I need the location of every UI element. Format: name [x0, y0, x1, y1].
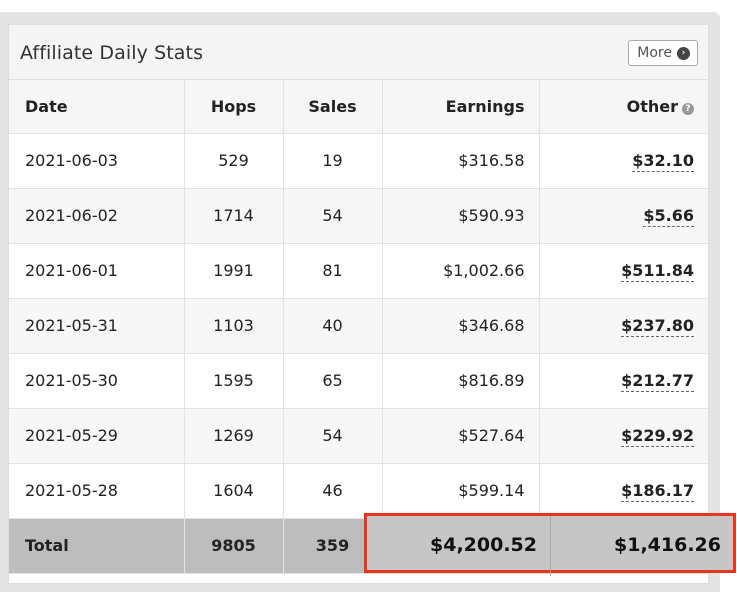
cell-other: $237.80 — [539, 298, 708, 354]
more-button[interactable]: More › — [628, 40, 698, 66]
stats-table: Date Hops Sales Earnings Other? 2021-06-… — [9, 80, 708, 574]
cell-earnings: $590.93 — [382, 188, 540, 244]
table-row: 2021-06-01 1991 81 $1,002.66 $511.84 — [9, 243, 708, 299]
cell-sales: 46 — [283, 463, 383, 519]
cell-date: 2021-05-30 — [9, 353, 185, 409]
panel-title: Affiliate Daily Stats — [20, 42, 204, 64]
header-earnings: Earnings — [382, 80, 540, 134]
cell-other: $511.84 — [539, 243, 708, 299]
other-link[interactable]: $511.84 — [621, 261, 694, 282]
cell-sales: 19 — [283, 133, 383, 189]
cell-sales: 81 — [283, 243, 383, 299]
cell-earnings: $599.14 — [382, 463, 540, 519]
cell-date: 2021-06-02 — [9, 188, 185, 244]
header-hops: Hops — [184, 80, 284, 134]
cell-other: $212.77 — [539, 353, 708, 409]
cell-sales: 65 — [283, 353, 383, 409]
question-circle-icon[interactable]: ? — [682, 102, 694, 115]
table-row: 2021-06-02 1714 54 $590.93 $5.66 — [9, 188, 708, 244]
other-link[interactable]: $5.66 — [643, 206, 694, 227]
other-link[interactable]: $32.10 — [632, 151, 694, 172]
other-link[interactable]: $229.92 — [621, 426, 694, 447]
cell-date: 2021-06-03 — [9, 133, 185, 189]
more-button-label: More — [637, 45, 672, 61]
highlight-divider — [550, 516, 551, 576]
cell-other: $186.17 — [539, 463, 708, 519]
cell-sales: 54 — [283, 188, 383, 244]
cell-date: 2021-05-31 — [9, 298, 185, 354]
table-row: 2021-05-31 1103 40 $346.68 $237.80 — [9, 298, 708, 354]
cell-hops: 1604 — [184, 463, 284, 519]
total-other: $1,416.26 — [614, 534, 721, 556]
total-earnings: $4,200.52 — [430, 534, 537, 556]
cell-other: $32.10 — [539, 133, 708, 189]
other-link[interactable]: $186.17 — [621, 481, 694, 502]
table-header-row: Date Hops Sales Earnings Other? — [9, 80, 708, 134]
cell-earnings: $527.64 — [382, 408, 540, 464]
table-row: 2021-05-28 1604 46 $599.14 $186.17 — [9, 463, 708, 519]
cell-date: 2021-06-01 — [9, 243, 185, 299]
table-row: 2021-06-03 529 19 $316.58 $32.10 — [9, 133, 708, 189]
panel-header: Affiliate Daily Stats More › — [9, 25, 708, 80]
header-sales: Sales — [283, 80, 383, 134]
table-row: 2021-05-30 1595 65 $816.89 $212.77 — [9, 353, 708, 409]
cell-earnings: $316.58 — [382, 133, 540, 189]
cell-sales: 54 — [283, 408, 383, 464]
cell-hops: 1595 — [184, 353, 284, 409]
cell-other: $229.92 — [539, 408, 708, 464]
total-hops: 9805 — [184, 518, 284, 574]
cell-earnings: $346.68 — [382, 298, 540, 354]
header-other: Other? — [539, 80, 708, 134]
cell-hops: 529 — [184, 133, 284, 189]
other-link[interactable]: $212.77 — [621, 371, 694, 392]
header-date: Date — [9, 80, 185, 134]
other-link[interactable]: $237.80 — [621, 316, 694, 337]
cell-hops: 1103 — [184, 298, 284, 354]
cell-hops: 1269 — [184, 408, 284, 464]
header-other-label: Other — [626, 96, 678, 116]
total-label: Total — [9, 518, 185, 574]
affiliate-stats-panel: Affiliate Daily Stats More › Date Hops S… — [8, 24, 709, 584]
cell-other: $5.66 — [539, 188, 708, 244]
cell-date: 2021-05-29 — [9, 408, 185, 464]
cell-date: 2021-05-28 — [9, 463, 185, 519]
cell-earnings: $816.89 — [382, 353, 540, 409]
cell-earnings: $1,002.66 — [382, 243, 540, 299]
totals-highlight-box: $4,200.52 $1,416.26 — [364, 513, 736, 576]
cell-sales: 40 — [283, 298, 383, 354]
cell-hops: 1714 — [184, 188, 284, 244]
cell-hops: 1991 — [184, 243, 284, 299]
chevron-circle-right-icon: › — [677, 46, 690, 60]
table-row: 2021-05-29 1269 54 $527.64 $229.92 — [9, 408, 708, 464]
